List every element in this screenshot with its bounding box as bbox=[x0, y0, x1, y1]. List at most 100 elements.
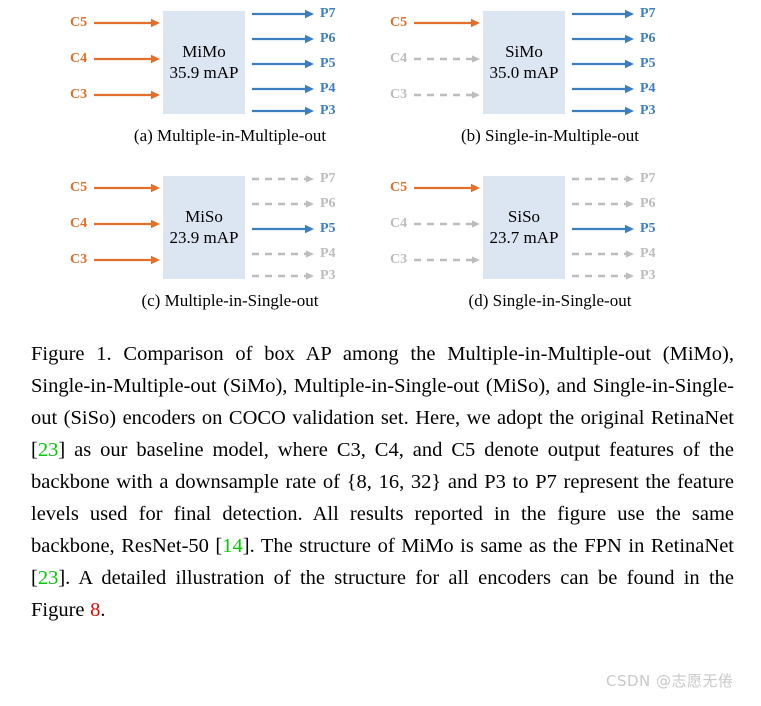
output-row-p6: P6 bbox=[252, 31, 336, 47]
encoder-name: SiSo bbox=[507, 206, 541, 226]
solid-arrow-right-icon bbox=[572, 224, 634, 234]
output-arrow-p6 bbox=[572, 197, 634, 211]
solid-arrow-right-icon bbox=[252, 84, 314, 94]
solid-arrow-right-icon bbox=[252, 59, 314, 69]
panel-caption-c: (c) Multiple-in-Single-out bbox=[141, 291, 319, 310]
dashed-arrow-right-icon bbox=[414, 91, 480, 99]
dashed-arrow-right-icon bbox=[572, 200, 634, 208]
input-arrow-c5 bbox=[94, 181, 160, 195]
panel-caption-d: (d) Single-in-Single-out bbox=[468, 291, 632, 310]
output-label-p6: P6 bbox=[640, 31, 656, 46]
input-row-c3: C3 bbox=[70, 251, 160, 269]
solid-arrow-right-icon bbox=[252, 34, 314, 44]
solid-arrow-right-icon bbox=[94, 18, 160, 28]
encoder-map-value: 35.0 mAP bbox=[489, 62, 559, 82]
dashed-arrow-right-icon bbox=[252, 200, 314, 208]
output-arrow-p5 bbox=[572, 57, 634, 71]
encoder-panel-c: C5 C4 C3 MiSo 23.9 mAP P7 P6 P5 P4 P3 (c) Multiple… bbox=[60, 167, 400, 327]
output-arrow-p7 bbox=[252, 7, 314, 21]
input-row-c5: C5 bbox=[70, 179, 160, 197]
encoder-box-c: MiSo 23.9 mAP bbox=[163, 176, 245, 279]
input-arrow-c4 bbox=[94, 217, 160, 231]
solid-arrow-right-icon bbox=[94, 54, 160, 64]
caption-citation[interactable]: 23 bbox=[38, 567, 59, 589]
solid-arrow-right-icon bbox=[94, 90, 160, 100]
input-arrow-c3 bbox=[414, 88, 480, 102]
encoder-name: SiMo bbox=[505, 41, 543, 61]
output-row-p7: P7 bbox=[252, 171, 336, 187]
output-label-p7: P7 bbox=[320, 6, 336, 21]
solid-arrow-right-icon bbox=[572, 59, 634, 69]
output-label-p4: P4 bbox=[640, 246, 656, 261]
output-row-p3: P3 bbox=[252, 103, 336, 119]
caption-citation[interactable]: 23 bbox=[38, 439, 59, 461]
output-arrow-p4 bbox=[572, 82, 634, 96]
solid-arrow-right-icon bbox=[572, 106, 634, 116]
solid-arrow-right-icon bbox=[94, 219, 160, 229]
output-row-p6: P6 bbox=[252, 196, 336, 212]
csdn-watermark: CSDN @志愿无倦 bbox=[606, 672, 734, 690]
output-arrow-p3 bbox=[252, 269, 314, 283]
output-arrow-p5 bbox=[252, 222, 314, 236]
input-arrow-c5 bbox=[94, 16, 160, 30]
output-label-p7: P7 bbox=[320, 171, 336, 186]
solid-arrow-right-icon bbox=[252, 9, 314, 19]
dashed-arrow-right-icon bbox=[572, 175, 634, 183]
input-label-c3: C3 bbox=[390, 87, 408, 102]
output-label-p6: P6 bbox=[320, 31, 336, 46]
output-row-p5: P5 bbox=[572, 221, 656, 237]
dashed-arrow-right-icon bbox=[414, 256, 480, 264]
dashed-arrow-right-icon bbox=[252, 250, 314, 258]
input-row-c3: C3 bbox=[390, 251, 480, 269]
encoder-map-value: 23.9 mAP bbox=[169, 227, 239, 247]
encoder-diagram-d: C5 C4 C3 SiSo 23.7 mAP P7 P6 P5 P4 P3 bbox=[380, 167, 720, 287]
panel-caption-b: (b) Single-in-Multiple-out bbox=[460, 126, 639, 145]
encoder-panel-d: C5 C4 C3 SiSo 23.7 mAP P7 P6 P5 P4 P3 (d) Single-i… bbox=[380, 167, 720, 327]
output-row-p3: P3 bbox=[252, 268, 336, 284]
input-label-c5: C5 bbox=[70, 180, 88, 195]
input-label-c3: C3 bbox=[70, 252, 88, 267]
output-arrow-p5 bbox=[252, 57, 314, 71]
output-label-p3: P3 bbox=[320, 268, 336, 283]
output-row-p7: P7 bbox=[252, 6, 336, 22]
solid-arrow-right-icon bbox=[94, 183, 160, 193]
input-label-c4: C4 bbox=[70, 216, 88, 231]
encoder-panel-b: C5 C4 C3 SiMo 35.0 mAP P7 P6 P5 P4 P3 (b) Single-i… bbox=[380, 2, 720, 162]
encoder-diagram-a: C5 C4 C3 MiMo 35.9 mAP P7 P6 P5 P4 P3 bbox=[60, 2, 400, 122]
output-arrow-p6 bbox=[252, 32, 314, 46]
output-label-p5: P5 bbox=[640, 56, 656, 71]
solid-arrow-right-icon bbox=[252, 106, 314, 116]
input-arrow-c3 bbox=[94, 253, 160, 267]
output-arrow-p7 bbox=[572, 172, 634, 186]
encoder-diagram-c: C5 C4 C3 MiSo 23.9 mAP P7 P6 P5 P4 P3 bbox=[60, 167, 400, 287]
caption-citation[interactable]: 14 bbox=[222, 535, 243, 557]
dashed-arrow-right-icon bbox=[252, 175, 314, 183]
output-label-p3: P3 bbox=[640, 103, 656, 118]
solid-arrow-right-icon bbox=[94, 255, 160, 265]
encoder-map-value: 23.7 mAP bbox=[489, 227, 559, 247]
caption-citation[interactable]: 8 bbox=[90, 599, 100, 621]
input-label-c5: C5 bbox=[390, 15, 408, 30]
input-label-c4: C4 bbox=[70, 51, 88, 66]
input-arrow-c4 bbox=[414, 52, 480, 66]
output-row-p7: P7 bbox=[572, 171, 656, 187]
input-arrow-c5 bbox=[414, 16, 480, 30]
output-label-p6: P6 bbox=[320, 196, 336, 211]
output-label-p7: P7 bbox=[640, 171, 656, 186]
input-arrow-c4 bbox=[414, 217, 480, 231]
input-label-c4: C4 bbox=[390, 216, 408, 231]
dashed-arrow-right-icon bbox=[414, 55, 480, 63]
output-arrow-p4 bbox=[572, 247, 634, 261]
input-row-c3: C3 bbox=[390, 86, 480, 104]
output-arrow-p3 bbox=[572, 269, 634, 283]
input-label-c3: C3 bbox=[70, 87, 88, 102]
dashed-arrow-right-icon bbox=[414, 220, 480, 228]
figure-diagram-area: C5 C4 C3 MiMo 35.9 mAP P7 P6 P5 P4 P3 (a) Multiple… bbox=[0, 0, 761, 328]
output-arrow-p7 bbox=[572, 7, 634, 21]
output-label-p3: P3 bbox=[320, 103, 336, 118]
input-label-c3: C3 bbox=[390, 252, 408, 267]
encoder-map-value: 35.9 mAP bbox=[169, 62, 239, 82]
output-label-p5: P5 bbox=[320, 221, 336, 236]
input-arrow-c5 bbox=[414, 181, 480, 195]
panel-caption-a: (a) Multiple-in-Multiple-out bbox=[133, 126, 327, 145]
